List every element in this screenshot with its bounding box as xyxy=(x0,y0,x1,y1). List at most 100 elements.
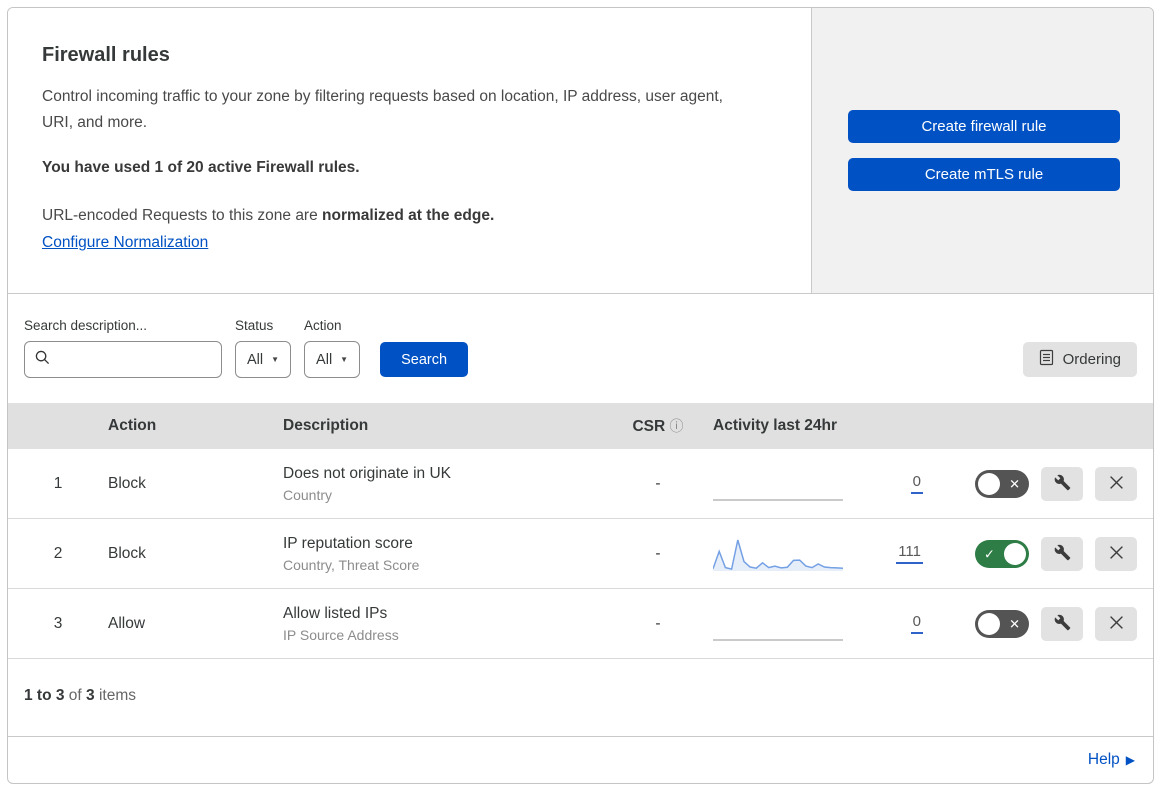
edit-rule-button[interactable] xyxy=(1041,606,1083,641)
action-filter-select[interactable]: All ▼ xyxy=(304,341,361,378)
action-filter-value: All xyxy=(316,351,333,368)
rule-description-cell: Allow listed IPs IP Source Address xyxy=(283,605,613,643)
table-header: Action Description CSR ⓘ Activity last 2… xyxy=(8,403,1153,449)
delete-rule-button[interactable] xyxy=(1095,606,1137,641)
column-csr: CSR ⓘ xyxy=(632,418,684,435)
actions-panel: Create firewall rule Create mTLS rule xyxy=(812,8,1153,293)
check-icon: ✓ xyxy=(984,546,995,561)
intro-panel: Firewall rules Control incoming traffic … xyxy=(8,8,812,293)
normalization-note: URL-encoded Requests to this zone are no… xyxy=(42,207,777,225)
action-filter-group: Action All ▼ xyxy=(304,318,361,378)
table-row: 2 Block IP reputation score Country, Thr… xyxy=(8,519,1153,589)
edit-rule-button[interactable] xyxy=(1041,536,1083,571)
create-firewall-rule-button[interactable]: Create firewall rule xyxy=(848,110,1120,143)
rule-action: Block xyxy=(108,544,146,562)
wrench-icon xyxy=(1054,544,1071,564)
status-filter-select[interactable]: All ▼ xyxy=(235,341,292,378)
rule-csr-value: - xyxy=(655,544,661,562)
search-input[interactable] xyxy=(57,350,211,369)
rule-description-cell: Does not originate in UK Country xyxy=(283,465,613,503)
rule-controls: ✓ ✕ xyxy=(957,606,1153,641)
rule-csr-value: - xyxy=(655,614,661,632)
summary-total: 3 xyxy=(86,687,95,704)
rule-activity-cell: 111 xyxy=(703,536,957,572)
chevron-down-icon: ▼ xyxy=(340,355,349,364)
table-body: 1 Block Does not originate in UK Country… xyxy=(8,449,1153,659)
wrench-icon xyxy=(1054,614,1071,634)
rule-csr-value: - xyxy=(655,474,661,492)
rule-priority: 2 xyxy=(53,544,63,562)
summary-items: items xyxy=(98,687,137,704)
filter-bar: Search description... Status All ▼ Actio… xyxy=(8,294,1153,403)
activity-sparkline xyxy=(713,498,843,501)
create-mtls-rule-button[interactable]: Create mTLS rule xyxy=(848,158,1120,191)
status-filter-value: All xyxy=(247,351,264,368)
activity-sparkline xyxy=(713,638,843,641)
rule-activity-cell: 0 xyxy=(703,606,957,642)
help-link[interactable]: Help ▶ xyxy=(1088,751,1135,769)
edit-rule-button[interactable] xyxy=(1041,466,1083,501)
ordering-button[interactable]: Ordering xyxy=(1022,342,1137,377)
column-description: Description xyxy=(283,417,369,434)
help-arrow-icon: ▶ xyxy=(1125,753,1135,767)
page-description: Control incoming traffic to your zone by… xyxy=(42,88,723,131)
search-icon xyxy=(35,350,50,370)
search-button[interactable]: Search xyxy=(380,342,469,377)
activity-count-link[interactable]: 0 xyxy=(910,473,923,494)
top-section: Firewall rules Control incoming traffic … xyxy=(8,8,1153,294)
rule-description: Does not originate in UK xyxy=(283,464,452,482)
normalization-text: URL-encoded Requests to this zone are xyxy=(42,207,323,225)
chevron-down-icon: ▼ xyxy=(271,355,280,364)
rule-controls: ✓ ✕ xyxy=(957,466,1153,501)
page-title: Firewall rules xyxy=(42,44,170,66)
help-link-label: Help xyxy=(1087,751,1120,768)
toggle-knob xyxy=(978,612,1000,635)
table-row: 1 Block Does not originate in UK Country… xyxy=(8,449,1153,519)
activity-count-link[interactable]: 0 xyxy=(910,613,923,634)
pagination-summary: 1 to 3 of 3 items xyxy=(8,659,1153,731)
wrench-icon xyxy=(1054,474,1071,494)
firewall-rules-page: Firewall rules Control incoming traffic … xyxy=(7,7,1154,784)
rule-criteria: IP Source Address xyxy=(283,626,399,643)
rule-action: Block xyxy=(108,474,146,492)
column-activity: Activity last 24hr xyxy=(713,417,838,434)
toggle-knob xyxy=(1004,542,1026,565)
status-filter-label: Status xyxy=(235,318,274,333)
activity-count-link[interactable]: 111 xyxy=(896,543,923,564)
close-icon xyxy=(1109,615,1124,633)
rule-priority: 3 xyxy=(53,614,63,632)
search-input-box[interactable] xyxy=(24,341,222,378)
rule-description: IP reputation score xyxy=(283,534,413,552)
ordering-icon xyxy=(1039,349,1054,370)
toggle-knob xyxy=(978,472,1000,495)
rule-criteria: Country, Threat Score xyxy=(283,556,420,573)
summary-of: of xyxy=(68,687,82,704)
action-filter-label: Action xyxy=(304,318,342,333)
rule-action: Allow xyxy=(108,614,146,632)
close-icon xyxy=(1109,475,1124,493)
rule-criteria: Country xyxy=(283,486,333,503)
normalization-bold: normalized at the edge. xyxy=(322,207,495,225)
help-bar: Help ▶ xyxy=(8,736,1153,783)
status-filter-group: Status All ▼ xyxy=(235,318,292,378)
ordering-button-label: Ordering xyxy=(1062,351,1121,368)
configure-normalization-link[interactable]: Configure Normalization xyxy=(42,234,208,251)
delete-rule-button[interactable] xyxy=(1095,466,1137,501)
search-field-label: Search description... xyxy=(24,318,148,333)
table-row: 3 Allow Allow listed IPs IP Source Addre… xyxy=(8,589,1153,659)
cross-icon: ✕ xyxy=(1009,476,1020,491)
cross-icon: ✕ xyxy=(1009,616,1020,631)
rule-description: Allow listed IPs xyxy=(283,604,388,622)
rule-enabled-toggle[interactable]: ✓ ✕ xyxy=(975,469,1029,498)
close-icon xyxy=(1109,545,1124,563)
rule-description-cell: IP reputation score Country, Threat Scor… xyxy=(283,535,613,573)
info-icon[interactable]: ⓘ xyxy=(670,418,684,434)
delete-rule-button[interactable] xyxy=(1095,536,1137,571)
activity-sparkline xyxy=(713,539,843,571)
rule-activity-cell: 0 xyxy=(703,466,957,502)
rule-controls: ✓ ✕ xyxy=(957,536,1153,571)
rule-enabled-toggle[interactable]: ✓ ✕ xyxy=(975,609,1029,638)
summary-range: 1 to 3 xyxy=(24,687,65,704)
rule-enabled-toggle[interactable]: ✓ ✕ xyxy=(975,539,1029,568)
search-field-group: Search description... xyxy=(24,318,222,378)
